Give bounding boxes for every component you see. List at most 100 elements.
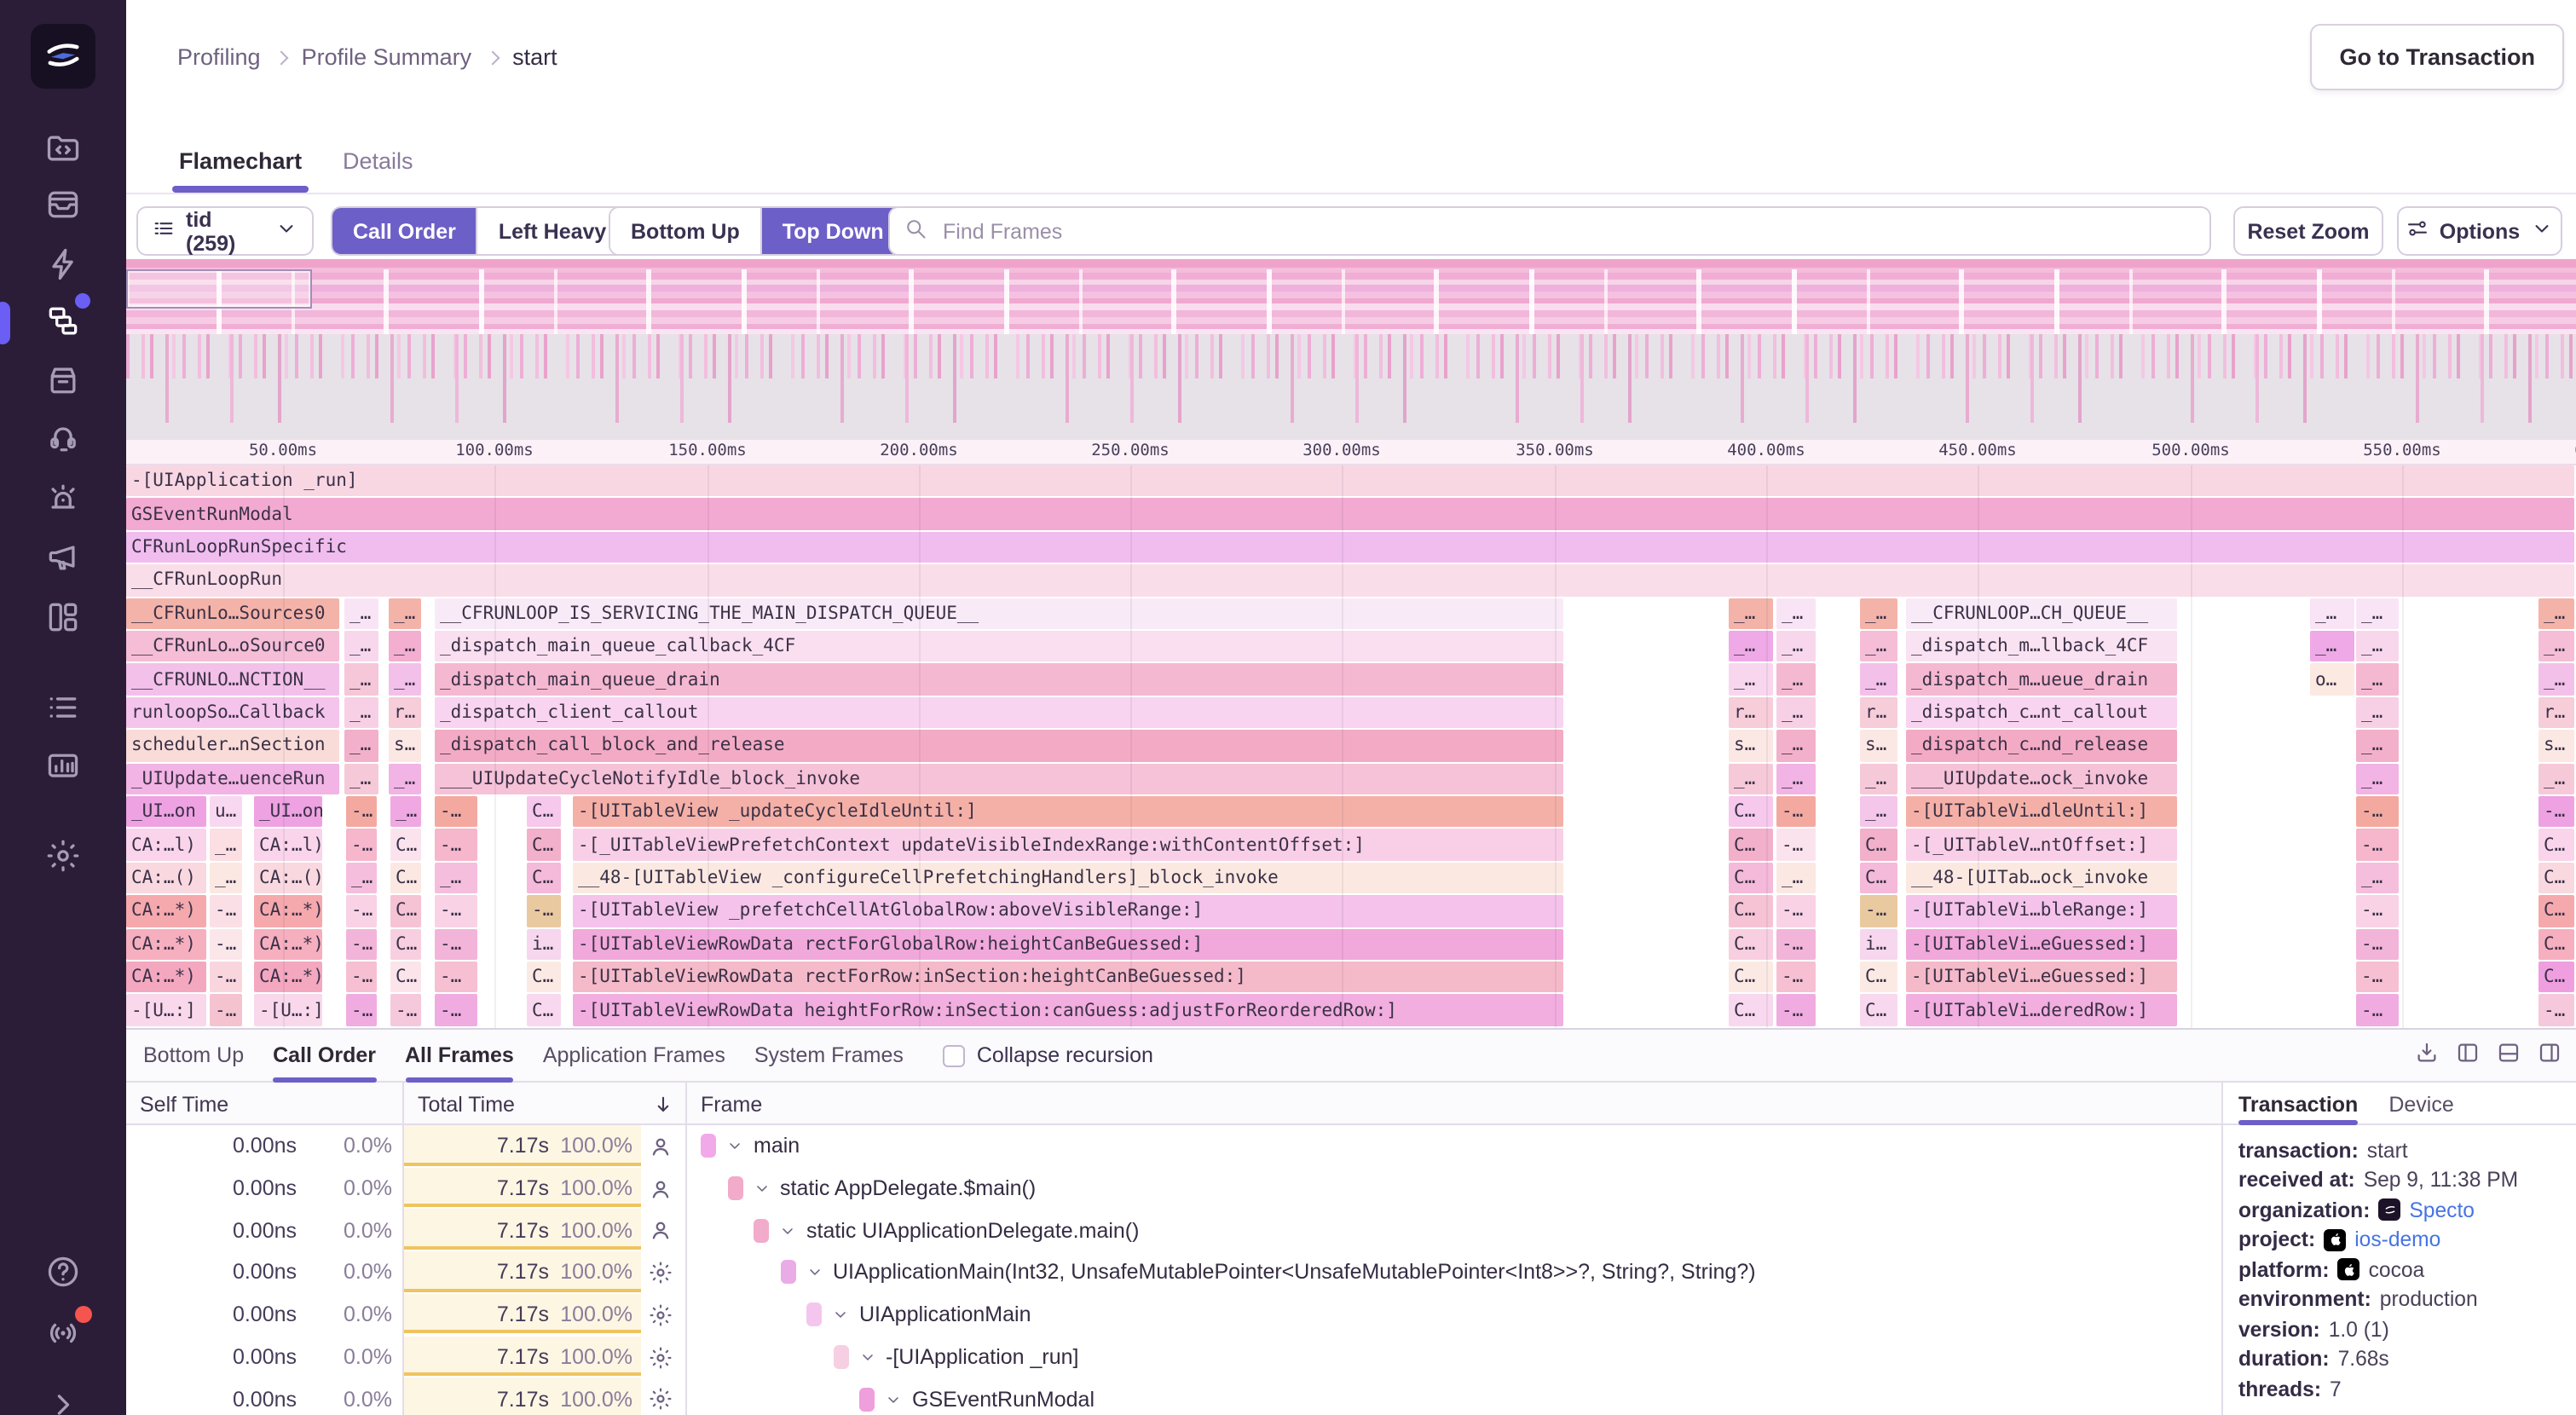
call-order-button[interactable]: Call Order (332, 208, 477, 254)
flame-frame[interactable]: i… (1860, 928, 1897, 960)
flame-frame[interactable]: -[UITableVi…eGuessed:] (1906, 928, 2177, 960)
flame-frame[interactable]: _dispatch_main_queue_callback_4CF (435, 631, 1563, 662)
flame-frame[interactable]: r… (1860, 697, 1897, 729)
sidebar-item-dashboards[interactable] (44, 598, 82, 636)
tab-details[interactable]: Details (343, 130, 413, 193)
flame-frame[interactable]: __CFRunLoopRun (126, 564, 2574, 596)
flame-frame[interactable]: CA:…*) (126, 962, 206, 993)
flame-frame[interactable]: C… (1729, 829, 1773, 861)
flame-frame[interactable]: C… (1729, 895, 1773, 927)
flame-frame[interactable]: _… (2356, 763, 2399, 794)
flame-frame[interactable]: -[UITableViewRowData rectForGlobalRow:he… (573, 928, 1563, 960)
tab-flamechart[interactable]: Flamechart (179, 130, 302, 193)
flame-frame[interactable]: C… (1860, 962, 1897, 993)
flame-frame[interactable]: __CFRunLo…oSource0 (126, 631, 339, 662)
flame-frame[interactable]: _… (1776, 763, 1816, 794)
flame-frame[interactable]: r… (2538, 697, 2574, 729)
flame-frame[interactable]: _… (1860, 796, 1897, 828)
flame-frame[interactable]: -… (1776, 995, 1816, 1026)
flame-frame[interactable]: _… (435, 863, 477, 894)
flame-frame[interactable]: _… (1729, 631, 1773, 662)
flame-frame[interactable]: _dispatch_c…nt_callout (1906, 697, 2177, 729)
flame-frame[interactable]: _… (2356, 730, 2399, 761)
flame-frame[interactable]: -… (435, 995, 477, 1026)
flame-frame[interactable]: -[UITableView _updateCycleIdleUntil:] (573, 796, 1563, 828)
flame-frame[interactable]: o… (2310, 664, 2354, 696)
flame-frame[interactable]: C… (2538, 895, 2574, 927)
frame-tree-item[interactable]: main (701, 1125, 800, 1167)
flame-frame[interactable]: -… (210, 962, 242, 993)
sidebar-item-profiling[interactable] (44, 302, 82, 339)
flame-frame[interactable]: CA:…*) (126, 895, 206, 927)
flame-frame[interactable]: CA:…*) (126, 928, 206, 960)
reset-zoom-button[interactable]: Reset Zoom (2233, 206, 2383, 256)
flame-frame[interactable]: C… (390, 928, 421, 960)
flame-frame[interactable]: -… (435, 796, 477, 828)
flame-frame[interactable]: C… (2538, 829, 2574, 861)
flame-frame[interactable]: C… (1729, 863, 1773, 894)
frame-tree-item[interactable]: UIApplicationMain (806, 1294, 1031, 1336)
flame-frame[interactable]: s… (2538, 730, 2574, 761)
flame-frame[interactable]: _… (210, 829, 242, 861)
minimap-viewport-handle[interactable] (126, 269, 312, 309)
frame-tree-item[interactable]: GSEventRunModal (859, 1377, 1095, 1415)
flame-frame[interactable]: _dispatch_client_callout (435, 697, 1563, 729)
panel-action-dock-bottom-icon[interactable] (2496, 1039, 2521, 1073)
flame-frame[interactable]: GSEventRunModal (126, 499, 2574, 530)
sort-descending-icon[interactable] (651, 1083, 675, 1125)
panel-action-dock-left-icon[interactable] (2455, 1039, 2481, 1073)
tab-bottom-up[interactable]: Bottom Up (143, 1029, 244, 1082)
flame-frame[interactable]: -… (2356, 995, 2399, 1026)
flame-frame[interactable]: _… (1860, 631, 1897, 662)
expand-caret-icon[interactable] (779, 1222, 796, 1239)
search-input[interactable] (939, 217, 2196, 245)
tab-transaction[interactable]: Transaction (2238, 1083, 2358, 1125)
collapse-recursion-checkbox[interactable] (943, 1044, 965, 1066)
table-row[interactable]: 0.00ns0.0%7.17s100.0%static AppDelegate.… (126, 1167, 2221, 1209)
tab-call-order[interactable]: Call Order (273, 1029, 376, 1082)
flame-frame[interactable]: CFRunLoopRunSpecific (126, 532, 2574, 563)
flame-frame[interactable]: CA:…l) (126, 829, 206, 861)
sidebar-item-performance[interactable] (44, 245, 82, 283)
flame-frame[interactable]: ___UIUpdateCycleNotifyIdle_block_invoke (435, 763, 1563, 794)
flamegraph-minimap[interactable] (126, 259, 2576, 440)
flame-frame[interactable]: -… (2538, 995, 2574, 1026)
expand-caret-icon[interactable] (806, 1264, 823, 1281)
flame-frame[interactable]: C… (2538, 962, 2574, 993)
flame-frame[interactable]: -… (2356, 895, 2399, 927)
flame-frame[interactable]: _… (1776, 598, 1816, 629)
flame-frame[interactable]: _… (2356, 664, 2399, 696)
flame-frame[interactable]: CA:…*) (254, 895, 322, 927)
flame-frame[interactable]: _… (2310, 631, 2354, 662)
flame-frame[interactable]: -[UITableVi…eGuessed:] (1906, 962, 2177, 993)
flame-frame[interactable]: _… (2310, 598, 2354, 629)
flame-frame[interactable]: C… (390, 895, 421, 927)
flame-frame[interactable]: C… (1729, 995, 1773, 1026)
flame-frame[interactable]: r… (389, 697, 421, 729)
flame-frame[interactable]: -… (346, 928, 377, 960)
flame-frame[interactable]: -… (2356, 829, 2399, 861)
expand-caret-icon[interactable] (858, 1349, 875, 1366)
flame-frame[interactable]: _dispatch_call_block_and_release (435, 730, 1563, 761)
bottom-up-button[interactable]: Bottom Up (610, 208, 760, 254)
flame-frame[interactable]: _… (2538, 664, 2574, 696)
left-heavy-button[interactable]: Left Heavy (477, 208, 627, 254)
flame-frame[interactable]: C… (527, 796, 561, 828)
flame-frame[interactable]: scheduler…nSection (126, 730, 339, 761)
thread-selector[interactable]: tid (259) (136, 206, 314, 256)
flame-frame[interactable]: -… (1776, 895, 1816, 927)
flame-frame[interactable]: -[_UITableV…ntOffset:] (1906, 829, 2177, 861)
column-frame[interactable]: Frame (701, 1083, 762, 1125)
flame-frame[interactable]: -… (346, 796, 377, 828)
flame-frame[interactable]: ___UIUpdate…ock_invoke (1906, 763, 2177, 794)
flame-frame[interactable]: __48-[UITab…ock_invoke (1906, 863, 2177, 894)
flame-frame[interactable]: C… (1860, 995, 1897, 1026)
flame-frame[interactable]: C… (2538, 928, 2574, 960)
flame-frame[interactable]: _UIUpdate…uenceRun (126, 763, 339, 794)
table-row[interactable]: 0.00ns0.0%7.17s100.0%-[UIApplication _ru… (126, 1336, 2221, 1377)
flame-frame[interactable]: -… (435, 829, 477, 861)
flame-frame[interactable]: _… (344, 598, 378, 629)
flame-frame[interactable]: C… (1729, 962, 1773, 993)
column-self-time[interactable]: Self Time (140, 1083, 228, 1125)
sidebar-item-releases[interactable] (44, 361, 82, 399)
